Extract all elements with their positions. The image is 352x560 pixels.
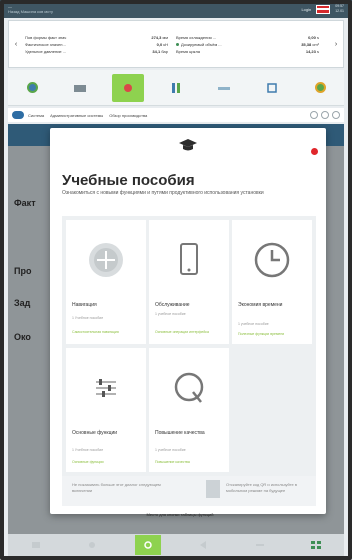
- stat-label: Время охлаждения ...: [176, 34, 217, 40]
- dialog-subtitle: Ознакомиться с новыми функциями и путями…: [62, 190, 264, 196]
- card-title: Обслуживание: [155, 302, 190, 308]
- card-link[interactable]: Основные функции: [72, 460, 104, 464]
- title-line-2: Назад Машина ков мсту: [8, 9, 54, 14]
- card-link[interactable]: Основные операции интерфейса: [155, 330, 209, 334]
- close-icon[interactable]: [311, 148, 318, 155]
- quality-icon: [174, 372, 204, 403]
- card-title: Навигация: [72, 302, 97, 308]
- mold-icon[interactable]: [64, 74, 96, 102]
- settings-icon[interactable]: [135, 535, 161, 555]
- dialog-footer: Не показывать больше этот диалог следующ…: [62, 476, 316, 506]
- tutorial-card-navigation[interactable]: Навигация 1 Учебное пособие Самостоятель…: [66, 220, 146, 344]
- help-icon[interactable]: [321, 111, 329, 119]
- breadcrumb-item[interactable]: Административные системы: [50, 113, 103, 118]
- card-link[interactable]: Повышение качества: [155, 460, 190, 464]
- card-link[interactable]: Полезные функции времени: [238, 332, 284, 336]
- stats-next-button[interactable]: ›: [329, 41, 343, 48]
- qr-hint: Отсканируйте код QR и используйте в моби…: [226, 482, 298, 493]
- stat-label: Фактическое значен...: [25, 41, 66, 47]
- status-green-icon[interactable]: [304, 74, 336, 102]
- flow-icon[interactable]: [23, 535, 49, 555]
- top-bar: — Назад Машина ков мсту Login 09:57 12.0…: [0, 0, 352, 18]
- tutorials-dialog: Учебные пособия Ознакомиться с новыми фу…: [50, 128, 326, 514]
- stat-label: Время цикла: [176, 48, 201, 54]
- card-title: Повышение качества: [155, 430, 205, 436]
- temperature-icon[interactable]: [208, 74, 240, 102]
- clock: 09:57 12.01: [335, 4, 344, 14]
- tutorial-grid: Навигация 1 Учебное пособие Самостоятель…: [62, 216, 316, 478]
- clock-icon: [254, 242, 290, 278]
- breadcrumb: Система Административные системы Обзор п…: [8, 108, 344, 122]
- machine-status-icon[interactable]: [16, 74, 48, 102]
- status-dot-icon: [176, 42, 179, 46]
- stat-label: Пов формы факт знач: [25, 34, 67, 40]
- main-toolbar: [8, 70, 344, 106]
- card-meta: 1 учебное пособие: [155, 448, 186, 452]
- info-icon[interactable]: [332, 111, 340, 119]
- tutorial-card-time[interactable]: Экономия времени 1 учебное пособие Полез…: [232, 220, 312, 344]
- card-title: Основные функции: [72, 430, 118, 436]
- process-values-strip: ‹ Пов формы факт знач 274,3 мм Фактическо…: [8, 20, 344, 68]
- stats-column-1: Пов формы факт знач 274,3 мм Фактическое …: [25, 34, 168, 54]
- bg-label: Око: [14, 332, 31, 342]
- qr-code-icon: [206, 480, 220, 498]
- bg-label: Факт: [14, 198, 36, 208]
- dialog-title: Учебные пособия: [62, 172, 195, 189]
- tutorial-card-service[interactable]: Обслуживание 1 учебное пособие Основные …: [149, 220, 229, 344]
- card-link[interactable]: Самостоятельная навигация: [72, 330, 119, 334]
- stats-column-2: Время охлаждения ... 0,00 s Дозируемый об…: [176, 34, 319, 54]
- injection-icon[interactable]: [112, 73, 144, 102]
- breadcrumb-item[interactable]: Система: [28, 113, 44, 118]
- bottom-note: Место для кнопки таблицы функций: [146, 512, 214, 517]
- breadcrumb-item[interactable]: Обзор производства: [109, 113, 147, 118]
- grid-icon[interactable]: [303, 535, 329, 555]
- zoom-icon[interactable]: [310, 111, 318, 119]
- language-flag-icon[interactable]: [316, 4, 331, 14]
- tablet-icon: [180, 243, 198, 275]
- card-meta: 1 учебное пособие: [238, 322, 269, 326]
- home-icon[interactable]: [12, 111, 24, 119]
- time-line-2: 12.01: [335, 9, 344, 13]
- wrench-icon[interactable]: [247, 535, 273, 555]
- arrow-icon[interactable]: [191, 535, 217, 555]
- sliders-icon: [96, 379, 116, 397]
- graduation-cap-icon: [179, 139, 197, 151]
- stat-label: Удельное давление ...: [25, 48, 67, 54]
- card-meta: 1 учебное пособие: [155, 312, 186, 316]
- dont-show-again-checkbox[interactable]: Не показывать больше этот диалог следующ…: [72, 482, 172, 494]
- bg-label: Зад: [14, 298, 31, 308]
- tutorial-card-quality[interactable]: Повышение качества 1 учебное пособие Пов…: [149, 348, 229, 472]
- card-meta: 1 Учебное пособие: [72, 316, 104, 320]
- login-button[interactable]: Login: [301, 7, 311, 12]
- setup-icon[interactable]: [256, 74, 288, 102]
- tutorial-card-basic[interactable]: Основные функции 1 Учебное пособие Основ…: [66, 348, 146, 472]
- stats-prev-button[interactable]: ‹: [9, 41, 23, 48]
- bottom-bar: [8, 534, 344, 556]
- stat-label: Дозируемый объём ...: [181, 41, 222, 47]
- card-meta: 1 Учебное пособие: [72, 448, 104, 452]
- card-title: Экономия времени: [238, 302, 283, 308]
- navigation-icon: [89, 243, 123, 277]
- gear-icon[interactable]: [79, 535, 105, 555]
- title-area: — Назад Машина ков мсту: [8, 4, 301, 14]
- bg-label: Про: [14, 266, 32, 276]
- clamp-icon[interactable]: [160, 74, 192, 102]
